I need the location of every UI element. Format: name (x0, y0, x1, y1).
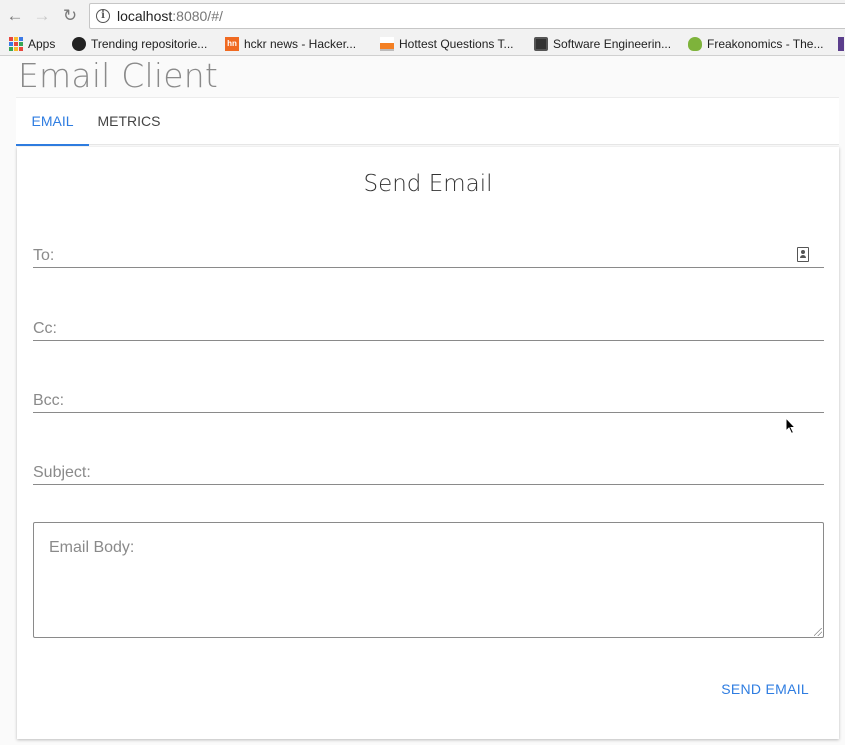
bookmark-label: Software Engineerin... (553, 37, 672, 51)
stackoverflow-icon (380, 37, 394, 51)
to-field-wrapper (33, 242, 824, 268)
cc-input[interactable] (33, 315, 824, 340)
url-text[interactable]: localhost:8080/#/ (117, 8, 223, 24)
browser-toolbar: ← → ↻ i localhost:8080/#/ (0, 0, 845, 32)
bookmark-freakonomics[interactable]: Freakonomics - The... (688, 35, 823, 53)
reload-icon[interactable]: ↻ (60, 6, 80, 26)
subject-input[interactable] (33, 459, 824, 484)
app-title: Email Client (18, 56, 218, 95)
contacts-icon[interactable] (797, 247, 809, 262)
bookmark-overflow-icon (838, 37, 844, 51)
tabs-bar: EMAIL METRICS (16, 97, 839, 146)
send-email-card: Send Email SEND EMAIL (17, 147, 839, 739)
bcc-input[interactable] (33, 387, 824, 412)
to-input[interactable] (33, 242, 824, 267)
tab-metrics[interactable]: METRICS (89, 98, 169, 146)
email-body-textarea[interactable] (34, 523, 823, 637)
address-bar[interactable]: i localhost:8080/#/ (89, 3, 845, 29)
bookmark-label: hckr news - Hacker... (244, 37, 357, 51)
bcc-field-wrapper (33, 387, 824, 413)
forward-arrow-icon[interactable]: → (32, 6, 52, 26)
resize-grip-icon[interactable] (814, 628, 822, 636)
freakonomics-icon (688, 37, 702, 51)
bookmark-overflow[interactable] (838, 35, 845, 53)
bookmark-hckr-news[interactable]: hn hckr news - Hacker... (225, 35, 356, 53)
hn-icon: hn (225, 37, 239, 51)
cc-field-wrapper (33, 315, 824, 341)
subject-field-wrapper (33, 459, 824, 485)
email-body-wrapper (33, 522, 824, 638)
tab-email[interactable]: EMAIL (16, 98, 89, 146)
bookmark-apps[interactable]: Apps (9, 35, 55, 53)
bookmark-software-engineering[interactable]: Software Engineerin... (534, 35, 671, 53)
laptop-icon (534, 37, 548, 51)
form-title: Send Email (363, 171, 493, 197)
send-email-button[interactable]: SEND EMAIL (705, 674, 825, 704)
bookmark-label: Apps (28, 37, 56, 51)
bookmark-stackoverflow[interactable]: Hottest Questions T... (380, 35, 514, 53)
info-icon[interactable]: i (96, 9, 110, 23)
bookmark-label: Trending repositorie... (91, 37, 208, 51)
bookmarks-bar: Apps Trending repositorie... hn hckr new… (0, 32, 845, 56)
url-host: localhost (117, 8, 173, 24)
url-path: :8080/#/ (172, 8, 223, 24)
apps-grid-icon (9, 37, 23, 51)
bookmark-label: Freakonomics - The... (707, 37, 824, 51)
bookmark-label: Hottest Questions T... (399, 37, 514, 51)
back-arrow-icon[interactable]: ← (5, 6, 25, 26)
github-icon (72, 37, 86, 51)
bookmark-github[interactable]: Trending repositorie... (72, 35, 207, 53)
